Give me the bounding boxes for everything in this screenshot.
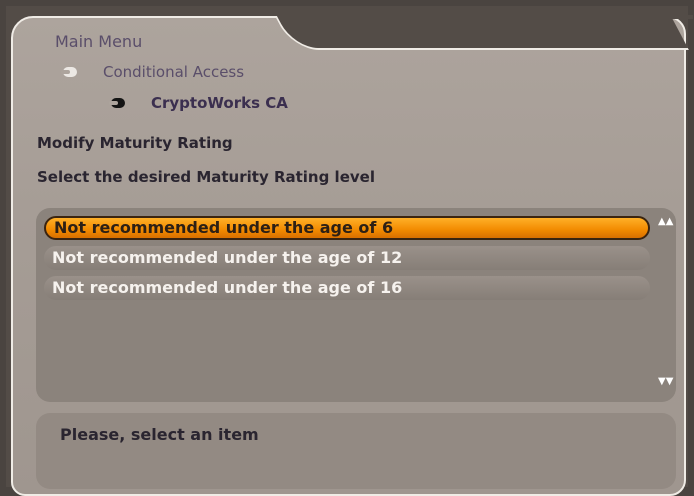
instruction-text: Select the desired Maturity Rating level bbox=[37, 168, 375, 186]
breadcrumb-label: Conditional Access bbox=[103, 63, 245, 81]
scrollbar[interactable]: ▲▲ ▼▼ bbox=[658, 216, 673, 394]
breadcrumb-cryptoworks: CryptoWorks CA bbox=[109, 94, 288, 112]
status-panel: Please, select an item bbox=[36, 413, 676, 489]
scroll-down-icon[interactable]: ▼▼ bbox=[658, 377, 673, 392]
breadcrumb-conditional-access: Conditional Access bbox=[61, 63, 245, 81]
list-item-age-16[interactable]: Not recommended under the age of 16 bbox=[44, 276, 650, 300]
arrow-icon bbox=[61, 67, 77, 77]
menu-panel: Main Menu Conditional Access CryptoWorks… bbox=[11, 15, 693, 496]
breadcrumb-label: CryptoWorks CA bbox=[151, 94, 288, 112]
section-heading: Modify Maturity Rating bbox=[37, 134, 233, 152]
tv-screen: Main Menu Conditional Access CryptoWorks… bbox=[6, 6, 693, 496]
list-item-age-6[interactable]: Not recommended under the age of 6 bbox=[44, 216, 650, 240]
arrow-icon bbox=[109, 98, 125, 108]
scroll-up-icon[interactable]: ▲▲ bbox=[658, 217, 673, 232]
tab-shape bbox=[274, 16, 689, 50]
page-title: Main Menu bbox=[55, 32, 143, 51]
rating-list: Not recommended under the age of 6 Not r… bbox=[36, 208, 676, 402]
status-message: Please, select an item bbox=[60, 425, 259, 444]
list-item-age-12[interactable]: Not recommended under the age of 12 bbox=[44, 246, 650, 270]
